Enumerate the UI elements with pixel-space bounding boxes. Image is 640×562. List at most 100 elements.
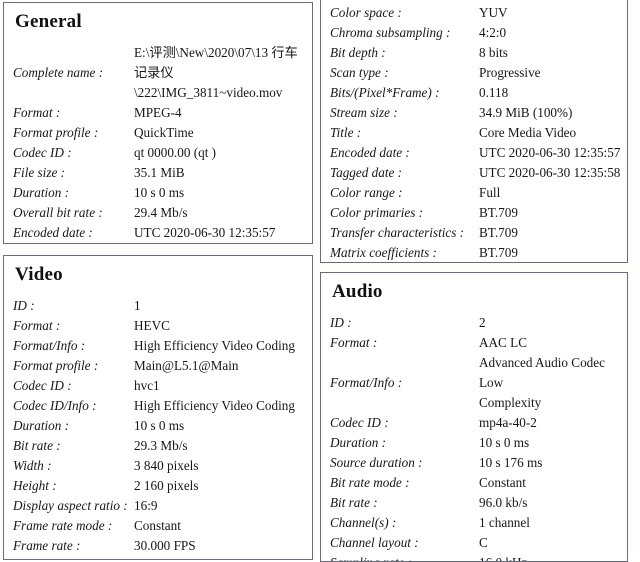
property-value: Constant <box>134 518 181 533</box>
property-label: Format profile : <box>13 125 99 140</box>
property-value: 10 s 0 ms <box>479 435 530 450</box>
property-row: Color primaries : BT.709 <box>330 203 621 223</box>
property-value: 1 channel <box>479 515 530 530</box>
property-label: Source duration : <box>330 455 423 470</box>
property-value: UTC 2020-06-30 12:35:58 <box>479 165 621 180</box>
property-label: Format/Info : <box>13 338 86 353</box>
property-value: 10 s 0 ms <box>134 418 185 433</box>
property-label: Bit rate mode : <box>330 475 410 490</box>
property-row: Tagged date :UTC 2020-06-30 12:35:58 <box>13 243 306 244</box>
property-value: UTC 2020-06-30 12:35:57 <box>134 225 276 240</box>
property-label: Frame rate : <box>13 538 81 553</box>
property-row: Codec ID : hvc1 <box>13 376 306 396</box>
property-row: ID : 1 <box>13 296 306 316</box>
property-value: 16.0 kHz <box>479 553 621 561</box>
property-value: UTC 2020-06-30 12:35:58 <box>134 243 306 244</box>
property-label: Format : <box>13 318 61 333</box>
property-value: 10 s 0 ms <box>134 185 185 200</box>
property-label: Bit rate : <box>330 495 378 510</box>
property-value: Constant <box>479 475 526 490</box>
property-label: Transfer characteristics : <box>330 225 465 240</box>
property-label: Format/Info : <box>330 375 403 390</box>
property-value: Full <box>479 185 501 200</box>
video-property-list-continued: Frame rate :30.000 FPSColor space :YUVCh… <box>330 0 621 262</box>
property-label: File size : <box>13 165 66 180</box>
property-row: Format : MPEG-4 <box>13 103 306 123</box>
property-value: E:\评测\New\2020\07\13 行车记录仪 \222\IMG_3811… <box>134 45 298 100</box>
property-label: Format : <box>13 105 61 120</box>
property-label: Height : <box>13 478 57 493</box>
property-label: Codec ID : <box>13 145 72 160</box>
property-value: qt 0000.00 (qt ) <box>134 145 217 160</box>
property-value: BT.709 <box>479 205 518 220</box>
property-row: Title : Core Media Video <box>330 123 621 143</box>
audio-property-list: ID : 2 Format : AAC LC Format/Info : Advanced… <box>330 313 621 561</box>
property-label: Frame rate mode : <box>13 518 113 533</box>
property-row: Bit depth : 8 bits <box>330 43 621 63</box>
property-value: High Efficiency Video Coding <box>134 398 295 413</box>
property-value: HEVC <box>134 318 170 333</box>
property-label: ID : <box>330 315 352 330</box>
property-value: MPEG-4 <box>134 105 182 120</box>
property-label: Color primaries : <box>330 205 424 220</box>
property-value: 29.3 Mb/s <box>134 438 188 453</box>
property-row: Sampling rate :16.0 kHz <box>330 553 621 561</box>
property-label: Tagged date : <box>330 165 403 180</box>
property-label: Matrix coefficients : <box>330 245 437 260</box>
property-value: Main@L5.1@Main <box>134 358 239 373</box>
property-label: Color range : <box>330 185 403 200</box>
property-value: 96.0 kb/s <box>479 495 528 510</box>
property-value: QuickTime <box>134 125 194 140</box>
property-label: Bits/(Pixel*Frame) : <box>330 85 440 100</box>
general-section-title: General <box>15 11 82 32</box>
property-row: Format : HEVC <box>13 316 306 336</box>
property-value: 35.1 MiB <box>134 165 185 180</box>
property-row: Codec ID/Info : High Efficiency Video Cod… <box>13 396 306 416</box>
property-label: Duration : <box>330 435 387 450</box>
property-value: 2 160 pixels <box>134 478 199 493</box>
property-value: 29.4 Mb/s <box>134 205 188 220</box>
property-row: ID : 2 <box>330 313 621 333</box>
property-row: Frame rate mode : Constant <box>13 516 306 536</box>
property-row: Format/Info : High Efficiency Video Codin… <box>13 336 306 356</box>
property-value: 34.9 MiB (100%) <box>479 105 573 120</box>
property-row: Color range : Full <box>330 183 621 203</box>
property-row: Color space :YUV <box>13 556 306 559</box>
property-value: 3 840 pixels <box>134 458 199 473</box>
property-value: 10 s 176 ms <box>479 455 543 470</box>
property-label: Overall bit rate : <box>13 205 103 220</box>
property-label: Format profile : <box>13 358 99 373</box>
property-value: 1 <box>134 298 141 313</box>
property-row: Bit rate : 29.3 Mb/s <box>13 436 306 456</box>
property-row: Matrix coefficients : BT.709 <box>330 243 621 262</box>
video-property-list: ID : 1 Format : HEVC Format/Info : High Effic… <box>13 296 306 559</box>
property-row: Format profile : QuickTime <box>13 123 306 143</box>
property-row: Stream size : 34.9 MiB (100%) <box>330 103 621 123</box>
property-value: 4:2:0 <box>479 25 507 40</box>
property-value: Core Media Video <box>479 125 577 140</box>
audio-section-title: Audio <box>332 281 383 302</box>
property-row: Tagged date : UTC 2020-06-30 12:35:58 <box>330 163 621 183</box>
property-row: Bit rate mode : Constant <box>330 473 621 493</box>
property-label: Stream size : <box>330 105 398 120</box>
property-label: Tagged date : <box>13 243 134 244</box>
property-row: Color space :YUV <box>330 3 621 23</box>
property-value: mp4a-40-2 <box>479 415 537 430</box>
property-label: Complete name : <box>13 65 104 80</box>
property-label: Width : <box>13 458 52 473</box>
property-label: Title : <box>330 125 362 140</box>
property-row: Bits/(Pixel*Frame) : 0.118 <box>330 83 621 103</box>
property-value: Advanced Audio Codec Low Complexity <box>479 355 605 410</box>
property-row: Channel(s) : 1 channel <box>330 513 621 533</box>
property-row: Transfer characteristics : BT.709 <box>330 223 621 243</box>
property-label: Codec ID/Info : <box>13 398 97 413</box>
property-label: Display aspect ratio : <box>13 498 128 513</box>
property-row: Scan type : Progressive <box>330 63 621 83</box>
general-property-list: Complete name : E:\评测\New\2020\07\13 行车记录… <box>13 43 306 244</box>
property-label: Chroma subsampling : <box>330 25 451 40</box>
property-row: Height : 2 160 pixels <box>13 476 306 496</box>
property-value: 2 <box>479 315 486 330</box>
property-label: Encoded date : <box>13 225 93 240</box>
video-section-panel: Video ID : 1 Format : HEVC Format/Info : High… <box>3 255 313 560</box>
property-value: UTC 2020-06-30 12:35:57 <box>479 145 621 160</box>
